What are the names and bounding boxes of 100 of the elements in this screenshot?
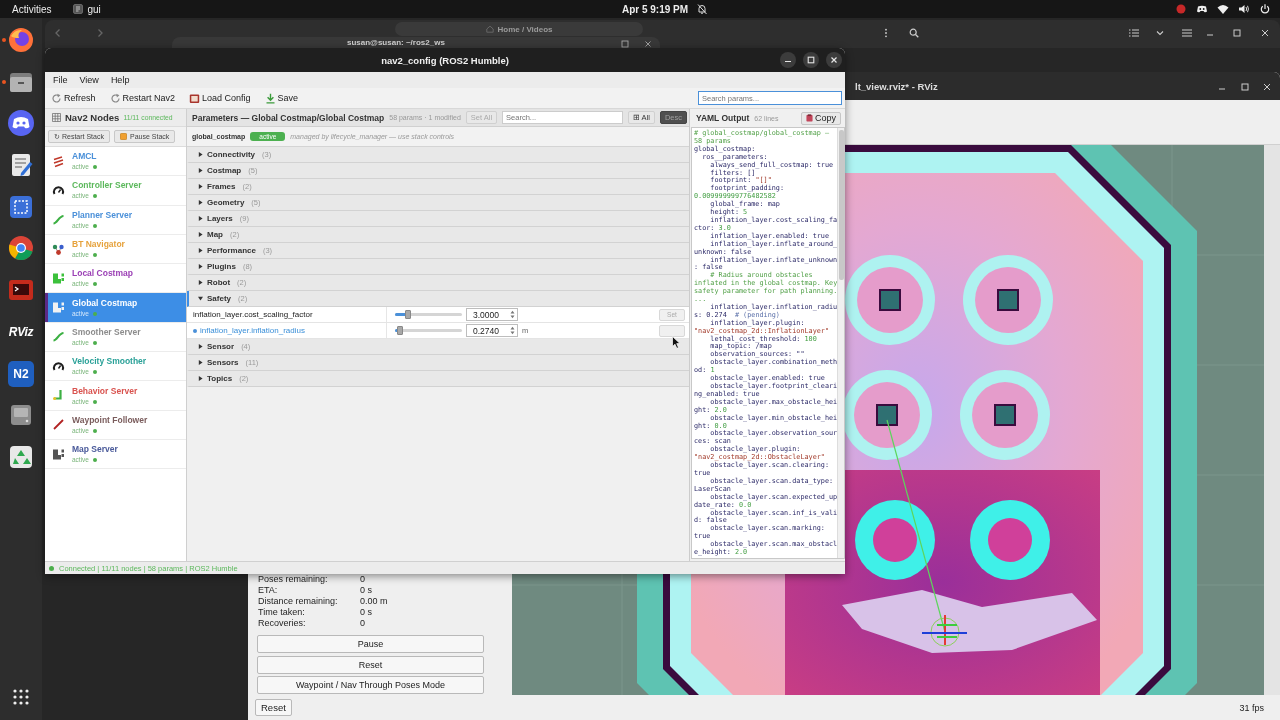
caret-icon	[198, 344, 203, 349]
caret-icon	[198, 216, 203, 221]
stat-value: 0	[360, 574, 366, 585]
caret-icon	[198, 168, 203, 173]
param-name: inflation_layer.cost_scaling_factor	[193, 310, 313, 319]
power-icon[interactable]	[1259, 3, 1271, 15]
mode-button[interactable]: Waypoint / Nav Through Poses Mode	[257, 676, 484, 694]
caret-icon	[198, 360, 203, 365]
stat-label: ETA:	[258, 585, 279, 596]
number-field[interactable]: 0.2740	[466, 324, 518, 337]
scrollbar[interactable]	[1264, 145, 1280, 695]
stat-value: 0.00 m	[360, 596, 389, 607]
grid-icon	[52, 113, 61, 122]
reset-button[interactable]: Reset	[255, 699, 292, 716]
scrollbar[interactable]	[837, 128, 844, 558]
save-button[interactable]: Save	[262, 89, 301, 107]
refresh-icon	[109, 92, 121, 104]
restart-button[interactable]: Restart Nav2	[107, 89, 178, 107]
blocks-icon	[52, 447, 65, 461]
menu-item[interactable]: View	[79, 75, 99, 85]
home-icon	[485, 25, 494, 33]
close-icon[interactable]	[1260, 28, 1270, 38]
activities-button[interactable]: Activities	[7, 1, 57, 17]
modified-dot-icon	[193, 328, 197, 333]
stat-label: Recoveries:	[258, 618, 307, 629]
curve-icon	[52, 213, 65, 227]
stripes-icon	[52, 154, 65, 168]
window-title: lt_view.rviz* - RViz	[855, 80, 938, 92]
status-dot-icon	[93, 223, 97, 228]
copy-button[interactable]: Copy	[801, 111, 841, 125]
download-arrow-icon	[264, 92, 276, 104]
app-menu[interactable]: gui	[87, 3, 101, 15]
refresh-button[interactable]: Refresh	[49, 89, 98, 107]
stat-value: 0 s	[360, 607, 373, 618]
chevron-down-icon[interactable]	[1156, 29, 1164, 37]
caret-icon	[198, 280, 203, 285]
blocks-icon	[52, 301, 65, 315]
square-icon	[119, 133, 127, 140]
slash-icon	[52, 418, 65, 432]
gauge-icon	[52, 183, 65, 197]
app-grid-icon[interactable]	[12, 688, 30, 706]
maximize-icon[interactable]	[1240, 81, 1250, 92]
volume-icon[interactable]	[1238, 3, 1250, 15]
slider-track[interactable]	[395, 313, 462, 316]
app-tile[interactable]: N2	[8, 360, 34, 387]
status-dot-icon	[93, 399, 97, 404]
corner-line-icon	[52, 389, 65, 402]
clipboard-icon	[806, 114, 813, 122]
status-dot-icon	[93, 194, 97, 199]
slider-track[interactable]	[395, 329, 462, 332]
status-dot-icon	[93, 253, 97, 258]
status-dot-icon	[93, 340, 97, 345]
caret-icon	[198, 184, 203, 189]
load-button[interactable]: Load Config	[187, 89, 253, 107]
app-logo[interactable]: RViz	[8, 324, 34, 339]
node-graph-icon	[52, 242, 65, 256]
refresh-icon	[51, 92, 62, 104]
chat-app-icon[interactable]	[7, 109, 35, 138]
browser-icon[interactable]	[7, 26, 35, 54]
status-dot-icon	[93, 370, 97, 375]
status-dot-icon	[93, 282, 97, 287]
param-name: inflation_layer.inflation_radius	[200, 326, 305, 335]
fps-counter: 31 fps	[1239, 702, 1264, 713]
maximize-icon[interactable]	[803, 52, 819, 68]
number-field[interactable]: 3.0000	[466, 308, 518, 321]
status-dot-icon	[93, 311, 97, 316]
reset-button[interactable]: Reset	[257, 655, 484, 674]
menu-item[interactable]: Help	[110, 75, 130, 85]
gauge-icon	[52, 359, 65, 373]
blocks-icon	[52, 271, 65, 285]
record-icon[interactable]	[1175, 3, 1187, 15]
maximize-icon[interactable]	[1232, 28, 1242, 38]
panel-title: Parameters — Global Costmap/Global Costmap	[192, 112, 385, 123]
wifi-icon[interactable]	[1217, 3, 1229, 15]
status-dot-icon	[93, 165, 97, 170]
caret-icon	[198, 232, 203, 237]
globe-icon[interactable]	[7, 234, 35, 263]
status-dot-icon	[93, 428, 97, 433]
stat-label: Distance remaining:	[258, 596, 339, 607]
close-icon[interactable]	[1262, 81, 1272, 92]
minimize-icon[interactable]	[780, 52, 796, 68]
list-view-icon[interactable]	[1128, 27, 1140, 39]
window-title: nav2_config (ROS2 Humble)	[381, 54, 509, 66]
spin-arrows-icon[interactable]	[510, 326, 515, 335]
caret-icon	[198, 248, 203, 253]
gamepad-icon[interactable]	[1196, 3, 1208, 15]
clock[interactable]: Apr 5 9:19 PM	[621, 3, 689, 15]
search-icon[interactable]	[909, 28, 919, 38]
panel-title: YAML Output	[696, 113, 750, 123]
close-icon[interactable]	[826, 52, 842, 68]
curve-icon	[52, 330, 65, 344]
spin-arrows-icon[interactable]	[510, 310, 515, 319]
caret-icon	[198, 296, 203, 301]
path-bar[interactable]: Home / Videos	[395, 22, 643, 36]
menu-item[interactable]: File	[53, 75, 68, 85]
menu-icon[interactable]	[1181, 27, 1193, 39]
app-icon	[73, 4, 84, 14]
caret-icon	[198, 200, 203, 205]
caret-icon	[198, 264, 203, 269]
pause-button[interactable]: Pause	[257, 635, 484, 653]
